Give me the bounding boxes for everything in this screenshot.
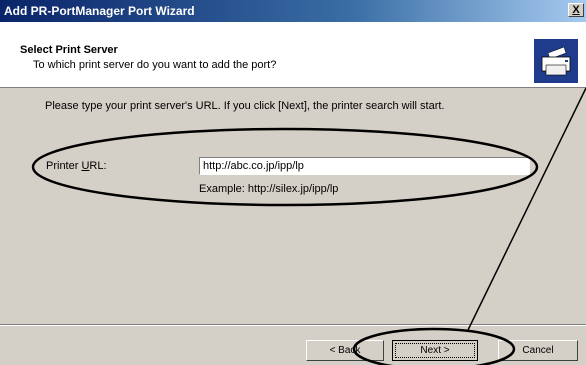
title-bar[interactable]: Add PR-PortManager Port Wizard X	[0, 0, 586, 22]
back-button[interactable]: < Back	[306, 340, 384, 361]
page-title: Select Print Server	[20, 44, 118, 56]
printer-url-label: Printer URL:	[46, 160, 107, 172]
instruction-text: Please type your print server's URL. If …	[45, 100, 445, 112]
example-text: Example: http://silex.jp/ipp/lp	[199, 183, 339, 195]
window-title: Add PR-PortManager Port Wizard	[4, 4, 195, 18]
wizard-header: Select Print Server To which print serve…	[0, 22, 586, 88]
page-subtitle: To which print server do you want to add…	[33, 59, 277, 71]
wizard-window: Add PR-PortManager Port Wizard X Select …	[0, 0, 586, 365]
printer-url-label-post: RL:	[89, 160, 107, 172]
printer-wizard-icon	[534, 39, 578, 83]
printer-url-label-pre: Printer	[46, 160, 82, 172]
printer-url-input[interactable]	[199, 157, 530, 175]
cancel-button[interactable]: Cancel	[498, 340, 578, 361]
footer-separator	[0, 324, 586, 326]
close-button[interactable]: X	[568, 3, 584, 17]
next-button[interactable]: Next >	[392, 340, 478, 361]
